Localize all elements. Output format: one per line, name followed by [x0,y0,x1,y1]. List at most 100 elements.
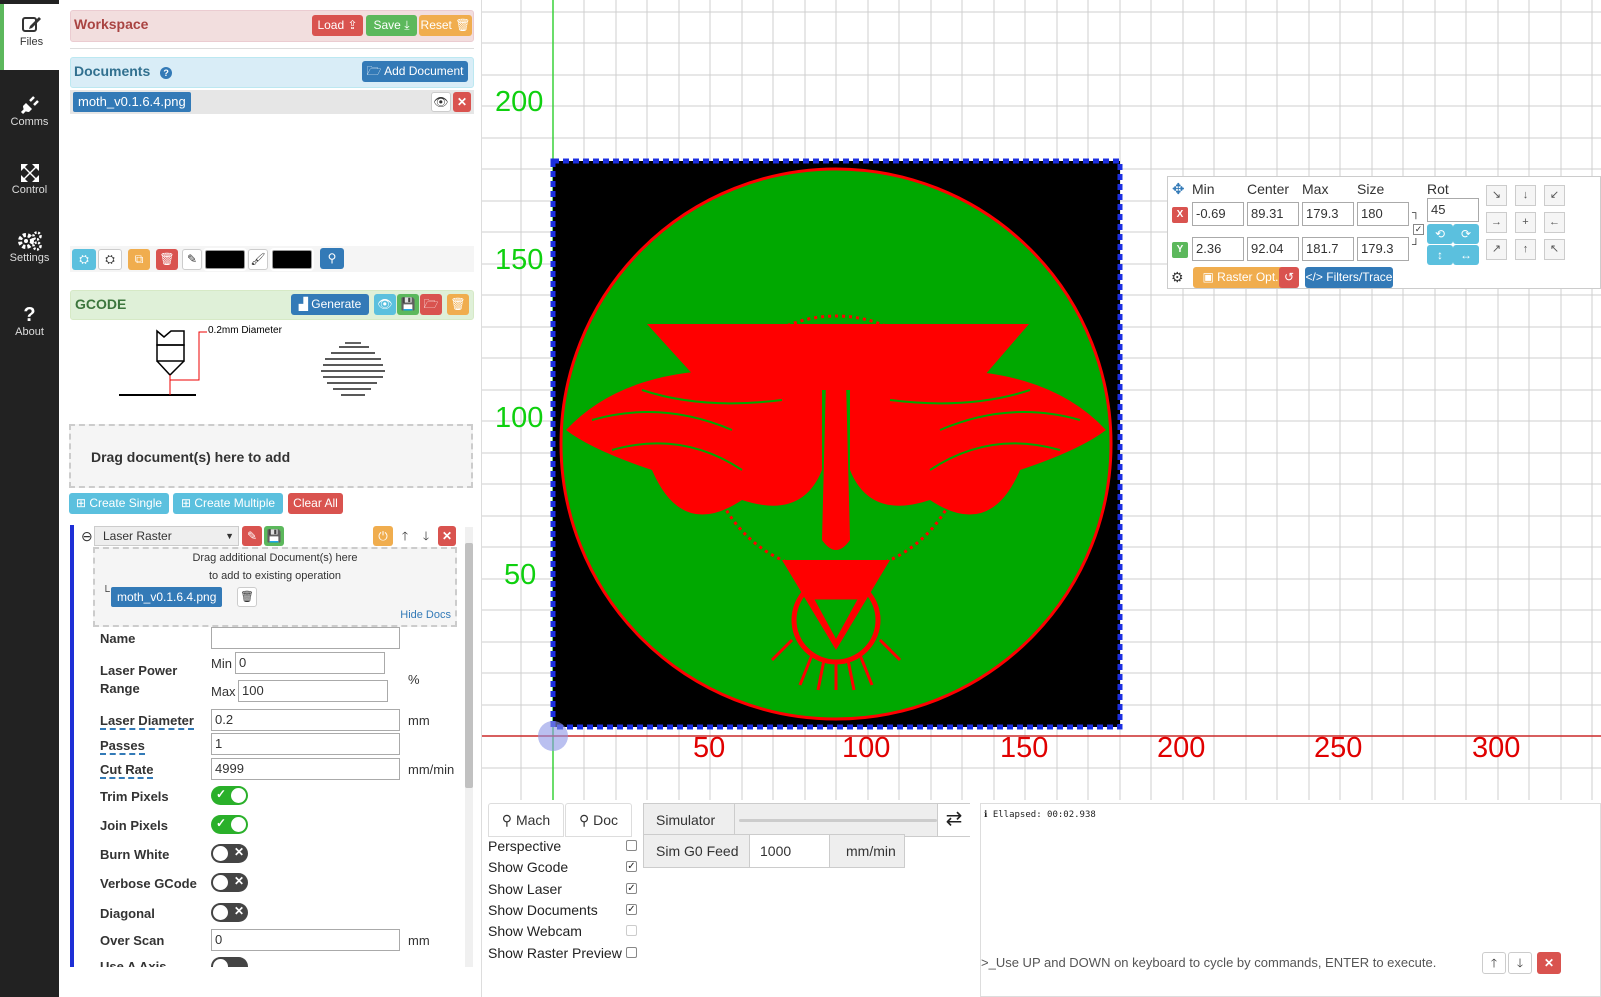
delete-operation-icon[interactable]: ✕ [438,526,456,546]
hide-docs-link[interactable]: Hide Docs [400,609,451,621]
align-center-icon[interactable]: + [1515,212,1536,233]
tab-mach[interactable]: ⚲ Mach [488,803,564,837]
remove-op-doc-icon[interactable]: 🗑 [237,587,257,607]
rotation-input[interactable]: 45 [1427,198,1479,222]
document-name[interactable]: moth_v0.1.6.4.png [73,92,191,112]
x-size-input[interactable]: 180 [1357,202,1409,226]
generate-button[interactable]: ▟ Generate [291,294,369,315]
history-up-icon[interactable]: 🡑 [1482,952,1506,974]
operation-document[interactable]: moth_v0.1.6.4.png [111,587,223,607]
show-webcam-checkbox[interactable] [626,925,637,936]
raster-options-button[interactable]: ▣ Raster Opt. [1193,267,1288,288]
operation-scrollbar[interactable] [465,527,473,967]
sim-feed-input[interactable]: 1000 [749,835,830,867]
simulator-slider[interactable] [739,819,937,822]
show-laser-option[interactable]: Show Laser ✓ [488,881,637,897]
edit-operation-icon[interactable]: ✎ [242,526,262,546]
save-operation-icon[interactable]: 💾 [264,526,284,546]
fill-color-swatch[interactable] [270,248,314,271]
add-document-button[interactable]: 🗁 Add Document [362,61,468,82]
flip-vertical-icon[interactable]: ↕ [1427,245,1453,265]
brush-icon[interactable]: 🖌 [248,249,268,270]
collapse-icon[interactable]: ⊖ [81,528,93,545]
operation-type-select[interactable]: Laser Raster ▼ [94,526,239,546]
rotate-cw-icon[interactable]: ⟳ [1453,224,1479,244]
align-bottom-left-icon[interactable]: ↗ [1486,239,1507,260]
delete-icon[interactable]: 🗑 [156,249,178,270]
show-webcam-option[interactable]: Show Webcam [488,923,637,939]
deselect-icon[interactable]: ⛭ [98,249,122,270]
show-gcode-option[interactable]: Show Gcode ✓ [488,859,637,875]
filters-trace-button[interactable]: </> Filters/Trace [1305,267,1393,288]
save-gcode-icon[interactable]: 💾 [397,294,419,315]
perspective-checkbox[interactable] [626,840,637,851]
y-size-input[interactable]: 179.3 [1357,237,1409,261]
over-scan-input[interactable]: 0 [211,929,400,951]
rotate-ccw-icon[interactable]: ⟲ [1427,224,1453,244]
nav-control[interactable]: Control [0,152,59,218]
align-top-icon[interactable]: ↓ [1515,185,1536,206]
create-single-button[interactable]: ⊞ Create Single [69,493,169,514]
reset-button[interactable]: Reset 🗑 [419,15,472,36]
eye-icon[interactable]: 👁 [431,92,451,112]
clear-console-icon[interactable]: ✕ [1537,952,1561,974]
join-pixels-toggle[interactable]: ✓ [211,815,248,834]
align-top-right-icon[interactable]: ↙ [1544,185,1565,206]
burn-white-toggle[interactable]: ✕ [211,844,248,863]
nav-files[interactable]: Files [0,4,59,70]
search-icon[interactable]: ⚲ [320,248,344,269]
align-left-icon[interactable]: → [1486,212,1507,233]
workspace-canvas[interactable]: 200 150 100 50 50 100 150 200 250 300 [482,0,1601,800]
clear-all-button[interactable]: Clear All [288,493,343,514]
move-up-icon[interactable]: 🡑 [395,526,415,546]
select-all-icon[interactable]: ⛭ [72,249,96,270]
command-input[interactable]: >_Use UP and DOWN on keyboard to cycle b… [981,950,1480,976]
load-gcode-icon[interactable]: 🗁 [420,294,442,315]
verbose-gcode-toggle[interactable]: ✕ [211,873,248,892]
lock-ratio-checkbox[interactable]: ✓ [1413,224,1424,235]
show-documents-option[interactable]: Show Documents ✓ [488,902,637,918]
reset-transform-icon[interactable]: ↺ [1279,267,1299,288]
align-bottom-right-icon[interactable]: ↖ [1544,239,1565,260]
align-bottom-icon[interactable]: ↑ [1515,239,1536,260]
help-icon[interactable]: ? [160,67,173,79]
y-center-input[interactable]: 92.04 [1247,237,1299,261]
cut-rate-input[interactable]: 4999 [211,758,400,780]
settings-gear-icon[interactable]: ⚙ [1171,269,1184,286]
power-max-input[interactable]: 100 [238,680,388,702]
perspective-option[interactable]: Perspective [488,838,637,854]
passes-input[interactable]: 1 [211,733,400,755]
laser-diameter-input[interactable]: 0.2 [211,709,400,731]
show-laser-checkbox[interactable]: ✓ [626,883,637,894]
gcode-drop-zone[interactable]: Drag document(s) here to add [69,424,473,488]
use-a-axis-toggle[interactable] [211,957,248,967]
create-multiple-button[interactable]: ⊞ Create Multiple [173,493,283,514]
document-row[interactable]: moth_v0.1.6.4.png 👁 ✕ [70,90,474,114]
y-min-input[interactable]: 2.36 [1192,237,1244,261]
history-down-icon[interactable]: 🡓 [1508,952,1532,974]
save-button[interactable]: Save ⤓ [366,15,417,36]
align-right-icon[interactable]: ← [1544,212,1565,233]
stroke-color-swatch[interactable] [203,248,247,271]
nav-settings[interactable]: Settings [0,220,59,286]
power-icon[interactable]: ⏻ [373,526,393,546]
name-input[interactable] [211,627,400,649]
clone-icon[interactable]: ⧉ [128,249,150,270]
move-down-icon[interactable]: 🡓 [416,526,436,546]
power-min-input[interactable]: 0 [235,652,385,674]
x-max-input[interactable]: 179.3 [1302,202,1354,226]
y-max-input[interactable]: 181.7 [1302,237,1354,261]
trim-pixels-toggle[interactable]: ✓ [211,786,248,805]
flip-horizontal-icon[interactable]: ↔ [1453,245,1479,265]
align-top-left-icon[interactable]: ↘ [1486,185,1507,206]
move-icon[interactable]: ✥ [1172,180,1185,198]
operation-drop-zone[interactable]: Drag additional Document(s) here to add … [93,547,457,627]
diagonal-toggle[interactable]: ✕ [211,903,248,922]
show-documents-checkbox[interactable]: ✓ [626,904,637,915]
load-button[interactable]: Load ⇪ [312,15,363,36]
show-raster-preview-checkbox[interactable] [626,947,637,958]
view-gcode-icon[interactable]: 👁 [374,294,396,315]
show-raster-preview-option[interactable]: Show Raster Preview [488,945,637,961]
tab-doc[interactable]: ⚲ Doc [565,803,632,837]
nav-about[interactable]: ? About [0,294,59,360]
